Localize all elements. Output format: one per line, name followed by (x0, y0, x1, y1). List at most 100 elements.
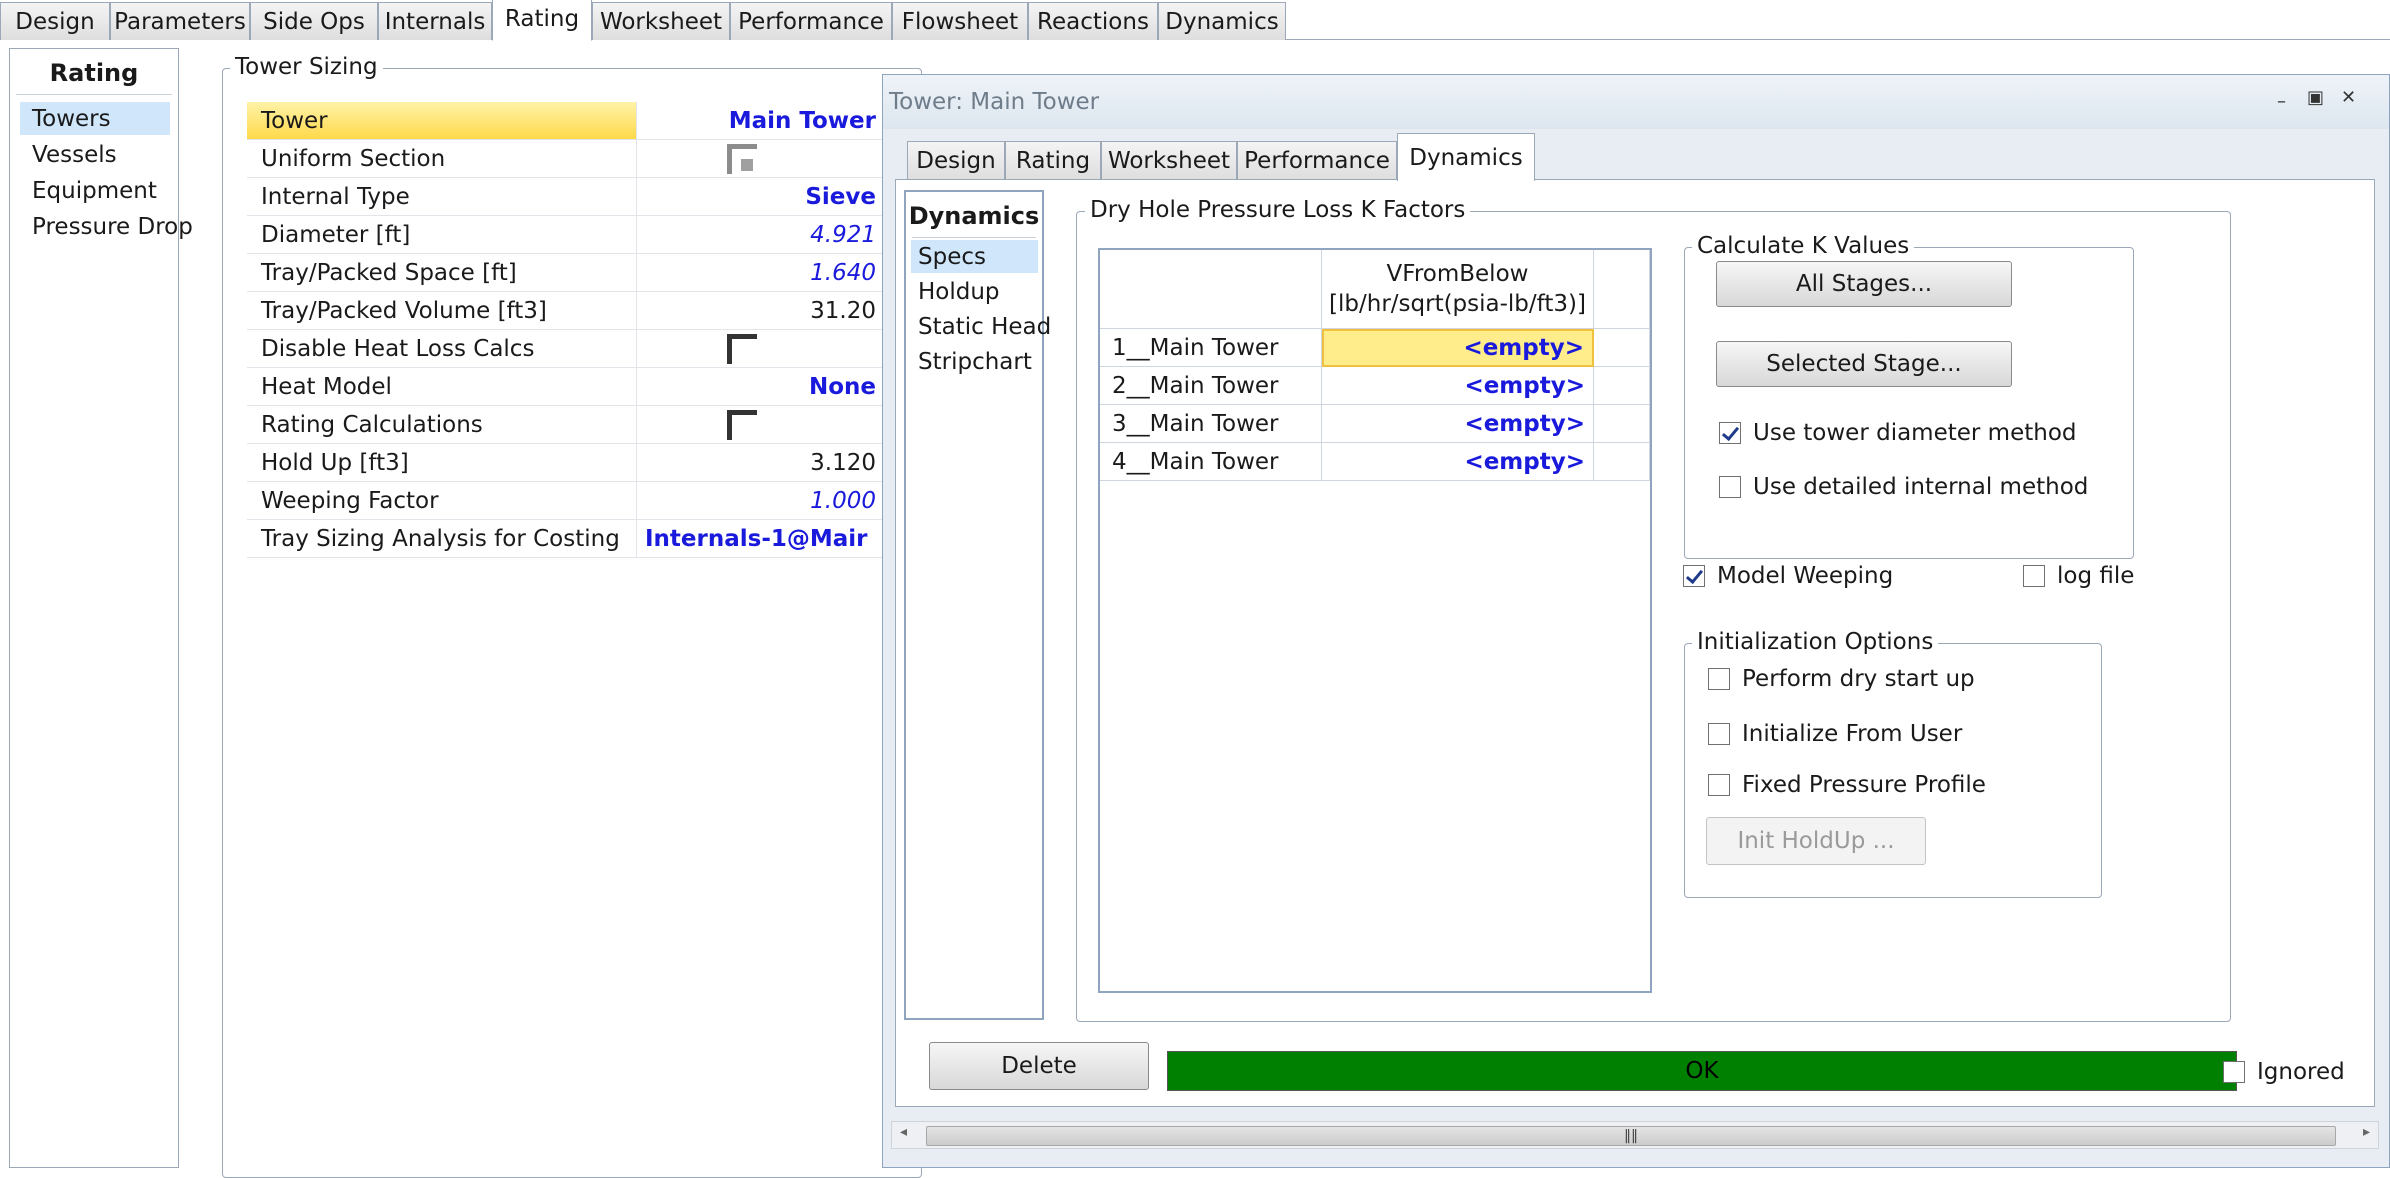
checkbox-label: Fixed Pressure Profile (1742, 772, 1986, 798)
blank-cell (1594, 405, 1650, 443)
row-header: 3__Main Tower (1100, 405, 1322, 443)
nav-divider (16, 94, 172, 95)
uniform-section-checkbox[interactable] (727, 144, 757, 174)
tab-design[interactable]: Design (0, 2, 110, 40)
grid-value[interactable]: 1.000 (637, 482, 884, 519)
k-value-cell[interactable]: <empty> (1322, 405, 1594, 443)
delete-button[interactable]: Delete (929, 1042, 1149, 1090)
nav-divider (912, 237, 1036, 238)
grid-row-internal-type[interactable]: Internal Type Sieve (247, 178, 884, 216)
perform-dry-startup-checkbox[interactable]: Perform dry start up (1708, 666, 1975, 692)
subwindow-titlebar[interactable]: Tower: Main Tower (883, 75, 2389, 129)
grid-value[interactable]: None (637, 368, 884, 405)
subtab-rating[interactable]: Rating (1005, 141, 1101, 179)
k-value-cell[interactable]: <empty> (1322, 443, 1594, 481)
tab-worksheet[interactable]: Worksheet (592, 2, 730, 40)
row-header: 1__Main Tower (1100, 329, 1322, 367)
grid-row-tower[interactable]: Tower Main Tower (247, 102, 884, 140)
row-header: 2__Main Tower (1100, 367, 1322, 405)
tab-performance[interactable]: Performance (730, 2, 892, 40)
dyn-nav-item-holdup[interactable]: Holdup (911, 275, 1038, 308)
fixed-pressure-profile-checkbox[interactable]: Fixed Pressure Profile (1708, 772, 1986, 798)
tab-rating[interactable]: Rating (492, 0, 592, 41)
grid-label: Tray/Packed Space [ft] (247, 254, 637, 291)
grid-label: Internal Type (247, 178, 637, 215)
all-stages-button[interactable]: All Stages... (1716, 261, 2012, 307)
grid-label: Diameter [ft] (247, 216, 637, 253)
tower-subwindow: Tower: Main Tower – ▣ ✕ Design Rating Wo… (882, 74, 2390, 1168)
grid-label: Disable Heat Loss Calcs (247, 330, 637, 367)
rating-nav-title: Rating (49, 59, 139, 87)
blank-cell (1594, 443, 1650, 481)
selected-stage-button[interactable]: Selected Stage... (1716, 341, 2012, 387)
dyn-nav-item-specs[interactable]: Specs (911, 240, 1038, 273)
disable-heat-loss-checkbox[interactable] (727, 334, 757, 364)
grid-row-tray-space[interactable]: Tray/Packed Space [ft] 1.640 (247, 254, 884, 292)
grid-value: 3.120 (810, 449, 876, 476)
scroll-left-icon[interactable]: ◂ (900, 1124, 907, 1140)
dynamics-nav-panel: Dynamics Specs Holdup Static Head Stripc… (904, 190, 1051, 1020)
grid-row-disable-heat-loss: Disable Heat Loss Calcs (247, 330, 884, 368)
subtab-worksheet[interactable]: Worksheet (1101, 141, 1237, 179)
grid-row-hold-up: Hold Up [ft3] 3.120 (247, 444, 884, 482)
checkbox-box (1708, 668, 1730, 690)
dyn-nav-item-stripchart[interactable]: Stripchart (911, 345, 1038, 378)
k-value-cell[interactable]: <empty> (1322, 367, 1594, 405)
grid-row-tray-sizing[interactable]: Tray Sizing Analysis for Costing Interna… (247, 520, 884, 558)
subwindow-title: Tower: Main Tower (889, 89, 1100, 115)
tab-dynamics[interactable]: Dynamics (1158, 2, 1286, 40)
grid-value[interactable]: 4.921 (637, 216, 884, 253)
use-detailed-internal-checkbox[interactable]: Use detailed internal method (1719, 474, 2088, 500)
grid-value[interactable]: Sieve (637, 178, 884, 215)
rating-calculations-checkbox[interactable] (727, 410, 757, 440)
checkbox-box (2223, 1061, 2245, 1083)
k-value-cell[interactable]: <empty> (1322, 329, 1594, 367)
horizontal-scrollbar[interactable]: ◂ ‖‖ ▸ (891, 1121, 2379, 1149)
nav-item-equipment[interactable]: Equipment (20, 174, 170, 207)
subtab-design[interactable]: Design (907, 141, 1005, 179)
tab-side-ops[interactable]: Side Ops (250, 2, 378, 40)
grid-value[interactable]: Internals-1@Mair (637, 520, 884, 557)
grid-value[interactable]: Main Tower (637, 102, 884, 139)
nav-item-pressure-drop[interactable]: Pressure Drop (20, 210, 193, 243)
grid-row-weeping-factor[interactable]: Weeping Factor 1.000 (247, 482, 884, 520)
checkbox-box (1708, 774, 1730, 796)
checkbox-box (1683, 565, 1705, 587)
restore-icon[interactable]: ▣ (2307, 87, 2324, 108)
status-bar: OK (1167, 1051, 2237, 1091)
tab-reactions[interactable]: Reactions (1028, 2, 1158, 40)
checkbox-box (1719, 476, 1741, 498)
model-weeping-checkbox[interactable]: Model Weeping (1683, 563, 1893, 589)
tab-flowsheet[interactable]: Flowsheet (892, 2, 1028, 40)
subtab-dynamics[interactable]: Dynamics (1397, 133, 1535, 181)
tab-internals[interactable]: Internals (378, 2, 492, 40)
grid-value[interactable]: 1.640 (637, 254, 884, 291)
subtab-performance[interactable]: Performance (1237, 141, 1397, 179)
nav-item-vessels[interactable]: Vessels (20, 138, 170, 171)
tab-parameters[interactable]: Parameters (110, 2, 250, 40)
grid-row-heat-model[interactable]: Heat Model None (247, 368, 884, 406)
close-icon[interactable]: ✕ (2341, 87, 2356, 108)
grid-row-diameter[interactable]: Diameter [ft] 4.921 (247, 216, 884, 254)
checkbox-label: Perform dry start up (1742, 666, 1975, 692)
grid-value: 31.20 (810, 297, 876, 324)
nav-item-towers[interactable]: Towers (20, 102, 170, 135)
blank-cell (1594, 367, 1650, 405)
init-holdup-button[interactable]: Init HoldUp ... (1706, 817, 1926, 865)
use-tower-diameter-checkbox[interactable]: Use tower diameter method (1719, 420, 2077, 446)
log-file-checkbox[interactable]: log file (2023, 563, 2134, 589)
column-header-blank (1594, 250, 1650, 329)
grid-label: Uniform Section (247, 140, 637, 177)
ignored-checkbox[interactable]: Ignored (2223, 1059, 2345, 1085)
scroll-right-icon[interactable]: ▸ (2363, 1124, 2370, 1140)
blank-cell (1594, 329, 1650, 367)
minimize-icon[interactable]: – (2277, 91, 2286, 112)
grid-label: Rating Calculations (247, 406, 637, 443)
dyn-nav-item-static-head[interactable]: Static Head (911, 310, 1051, 343)
checkbox-label: Initialize From User (1742, 721, 1963, 747)
grid-label: Heat Model (247, 368, 637, 405)
initialize-from-user-checkbox[interactable]: Initialize From User (1708, 721, 1962, 747)
column-header-line2: [lb/hr/sqrt(psia-lb/ft3)] (1329, 291, 1586, 317)
row-header: 4__Main Tower (1100, 443, 1322, 481)
scrollbar-thumb[interactable]: ‖‖ (926, 1126, 2336, 1146)
